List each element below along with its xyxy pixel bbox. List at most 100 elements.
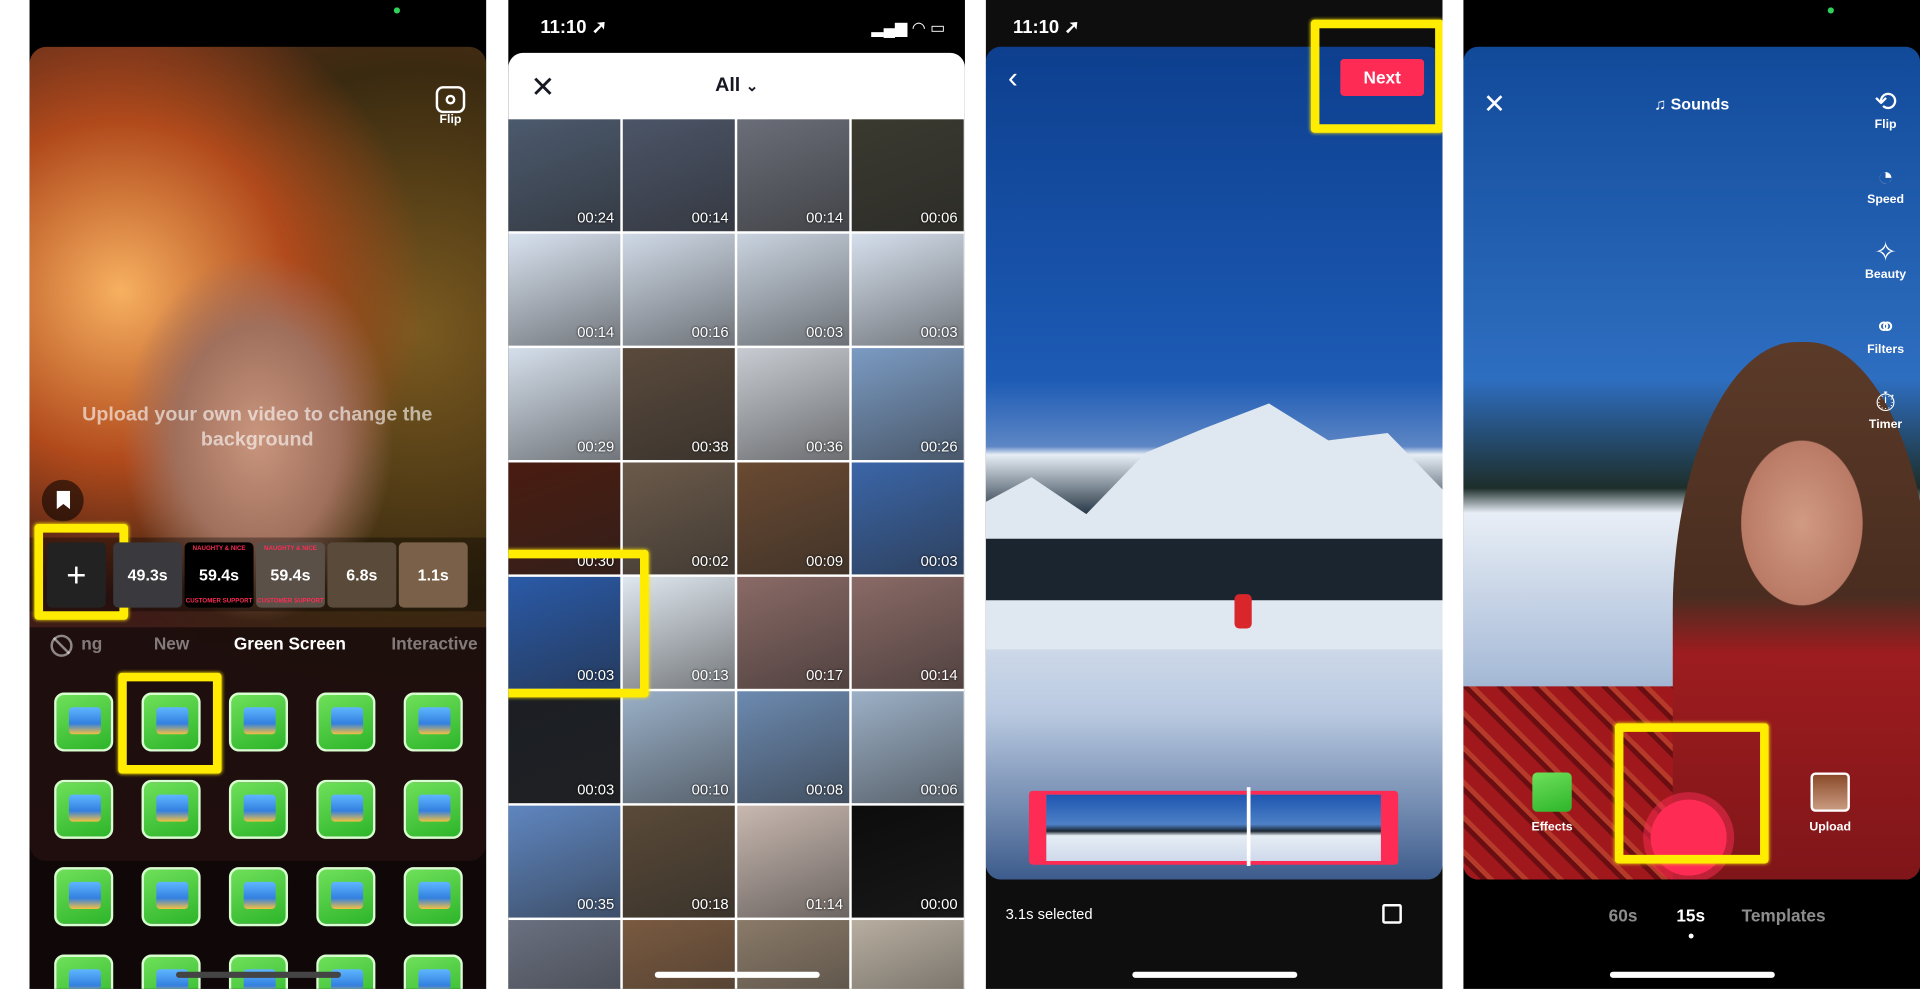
media-duration: 00:18 (691, 895, 729, 913)
mode-15s[interactable]: 15s (1676, 905, 1705, 925)
media-duration: 00:06 (920, 781, 958, 799)
effect-tile[interactable] (316, 692, 376, 752)
highlight-annotation (118, 672, 222, 774)
tab-green-screen[interactable]: Green Screen (234, 633, 346, 653)
sounds-button[interactable]: ♫ Sounds (1463, 95, 1920, 113)
media-thumbnail[interactable]: 00:06 (851, 691, 964, 804)
tool-timer[interactable]: ⏱ Timer (1859, 386, 1913, 432)
mode-indicator-dot (1688, 933, 1694, 939)
effects-label: Effects (1531, 820, 1573, 834)
media-duration: 00:29 (577, 437, 615, 456)
media-duration: 00:06 (920, 209, 958, 227)
media-thumbnail[interactable]: 00:03 (851, 233, 964, 346)
record-screen: ✕ ♫ Sounds ⟲ Flip ◔ Speed ✧ Beauty ⚭ Filters ⏱ Ti… (1463, 0, 1920, 989)
no-effect-icon[interactable] (50, 634, 73, 657)
media-thumbnail[interactable]: 00:14 (851, 576, 964, 689)
mode-templates[interactable]: Templates (1742, 905, 1826, 925)
clip-caption-top: NAUGHTY & NICE (264, 544, 317, 553)
tool-label: Beauty (1865, 268, 1907, 282)
effect-tile[interactable] (54, 779, 114, 839)
effect-tile[interactable] (316, 867, 376, 927)
effects-icon[interactable] (1532, 772, 1572, 812)
media-duration: 00:08 (806, 781, 844, 799)
effect-tile[interactable] (403, 779, 463, 839)
media-duration: 00:13 (691, 666, 729, 684)
media-thumbnail[interactable]: 00:14 (508, 233, 621, 346)
upload-label: Upload (1809, 820, 1852, 834)
effect-tile[interactable] (228, 779, 289, 839)
media-thumbnail[interactable]: 00:17 (737, 576, 850, 689)
media-thumbnail[interactable]: 00:16 (622, 233, 735, 346)
media-thumbnail[interactable]: 00:24 (508, 119, 621, 232)
tool-speed[interactable]: ◔ Speed (1859, 161, 1913, 207)
flip-button[interactable]: Flip (432, 86, 469, 127)
effect-tile[interactable] (403, 692, 463, 752)
media-thumbnail[interactable]: 00:38 (622, 348, 735, 461)
playhead[interactable] (1247, 787, 1251, 866)
media-thumbnail[interactable]: 00:03 (737, 233, 850, 346)
tool-beauty[interactable]: ✧ Beauty (1859, 236, 1913, 282)
rotate-icon[interactable] (1382, 904, 1402, 924)
media-thumbnail[interactable] (737, 920, 850, 989)
clip-duration: 59.4s (270, 565, 311, 585)
clip-duration: 49.3s (127, 565, 168, 585)
tab-ng[interactable]: ng (81, 633, 102, 653)
media-duration: 00:16 (691, 323, 729, 341)
media-duration: 00:14 (577, 323, 615, 341)
media-thumbnail[interactable] (622, 920, 735, 989)
effect-tile[interactable] (228, 692, 289, 752)
media-thumbnail[interactable]: 00:06 (851, 119, 964, 232)
media-thumbnail[interactable]: 00:29 (508, 348, 621, 461)
sounds-label: Sounds (1670, 94, 1730, 114)
effect-tile[interactable] (54, 867, 114, 927)
media-thumbnail[interactable] (851, 920, 964, 989)
beauty-icon: ✧ (1874, 236, 1897, 267)
mode-60s[interactable]: 60s (1609, 905, 1638, 925)
effect-tile[interactable] (316, 779, 376, 839)
home-indicator (1131, 971, 1297, 978)
media-thumbnail[interactable]: 00:08 (737, 691, 850, 804)
effect-tile[interactable] (141, 779, 201, 839)
status-time: 11:10 ➚ (1012, 17, 1080, 39)
clip-thumbnail[interactable]: 1.1s (398, 542, 468, 608)
media-thumbnail[interactable]: 00:14 (737, 119, 850, 232)
media-thumbnail[interactable]: 00:10 (622, 691, 735, 804)
clip-caption-top: NAUGHTY & NICE (192, 544, 246, 553)
trim-timeline[interactable] (1028, 787, 1399, 866)
effect-tile[interactable] (54, 692, 114, 752)
media-thumbnail[interactable]: 00:00 (851, 805, 964, 918)
media-thumbnail[interactable]: 00:14 (622, 119, 735, 232)
media-duration: 00:03 (806, 323, 844, 341)
tab-interactive[interactable]: Interactive (391, 633, 477, 653)
media-thumbnail[interactable]: 00:26 (851, 348, 964, 461)
clip-thumbnail[interactable]: NAUGHTY & NICE CUSTOMER SUPPORT 59.4s (184, 542, 254, 608)
tab-new[interactable]: New (154, 633, 189, 653)
media-thumbnail[interactable]: 00:36 (737, 348, 850, 461)
media-thumbnail[interactable] (508, 920, 621, 989)
media-thumbnail[interactable]: 00:09 (737, 462, 850, 575)
music-note-icon: ♫ (1654, 94, 1667, 114)
highlight-annotation (1614, 723, 1769, 864)
tool-flip[interactable]: ⟲ Flip (1859, 86, 1913, 132)
tool-filters[interactable]: ⚭ Filters (1859, 311, 1913, 357)
upload-icon[interactable] (1810, 772, 1850, 812)
media-thumbnail[interactable]: 00:03 (851, 462, 964, 575)
favorite-button[interactable] (41, 479, 84, 522)
effect-tile[interactable] (141, 867, 201, 927)
media-thumbnail[interactable]: 00:18 (622, 805, 735, 918)
home-indicator (175, 971, 341, 978)
media-duration: 00:36 (806, 437, 844, 456)
album-selector[interactable]: All ⌄ (508, 75, 965, 97)
media-duration: 00:03 (920, 552, 958, 570)
back-chevron-icon[interactable]: ‹ (1008, 62, 1018, 96)
clip-thumbnail[interactable]: NAUGHTY & NICE CUSTOMER SUPPORT 59.4s (256, 542, 325, 608)
clip-thumbnail[interactable]: 6.8s (327, 542, 397, 608)
media-duration: 00:09 (806, 552, 844, 570)
clip-thumbnail[interactable]: 49.3s (113, 542, 183, 608)
media-thumbnail[interactable]: 00:03 (508, 691, 621, 804)
effect-tile[interactable] (228, 867, 289, 927)
home-indicator (1609, 971, 1775, 978)
media-thumbnail[interactable]: 01:14 (737, 805, 850, 918)
media-thumbnail[interactable]: 00:35 (508, 805, 621, 918)
effect-tile[interactable] (403, 867, 463, 927)
